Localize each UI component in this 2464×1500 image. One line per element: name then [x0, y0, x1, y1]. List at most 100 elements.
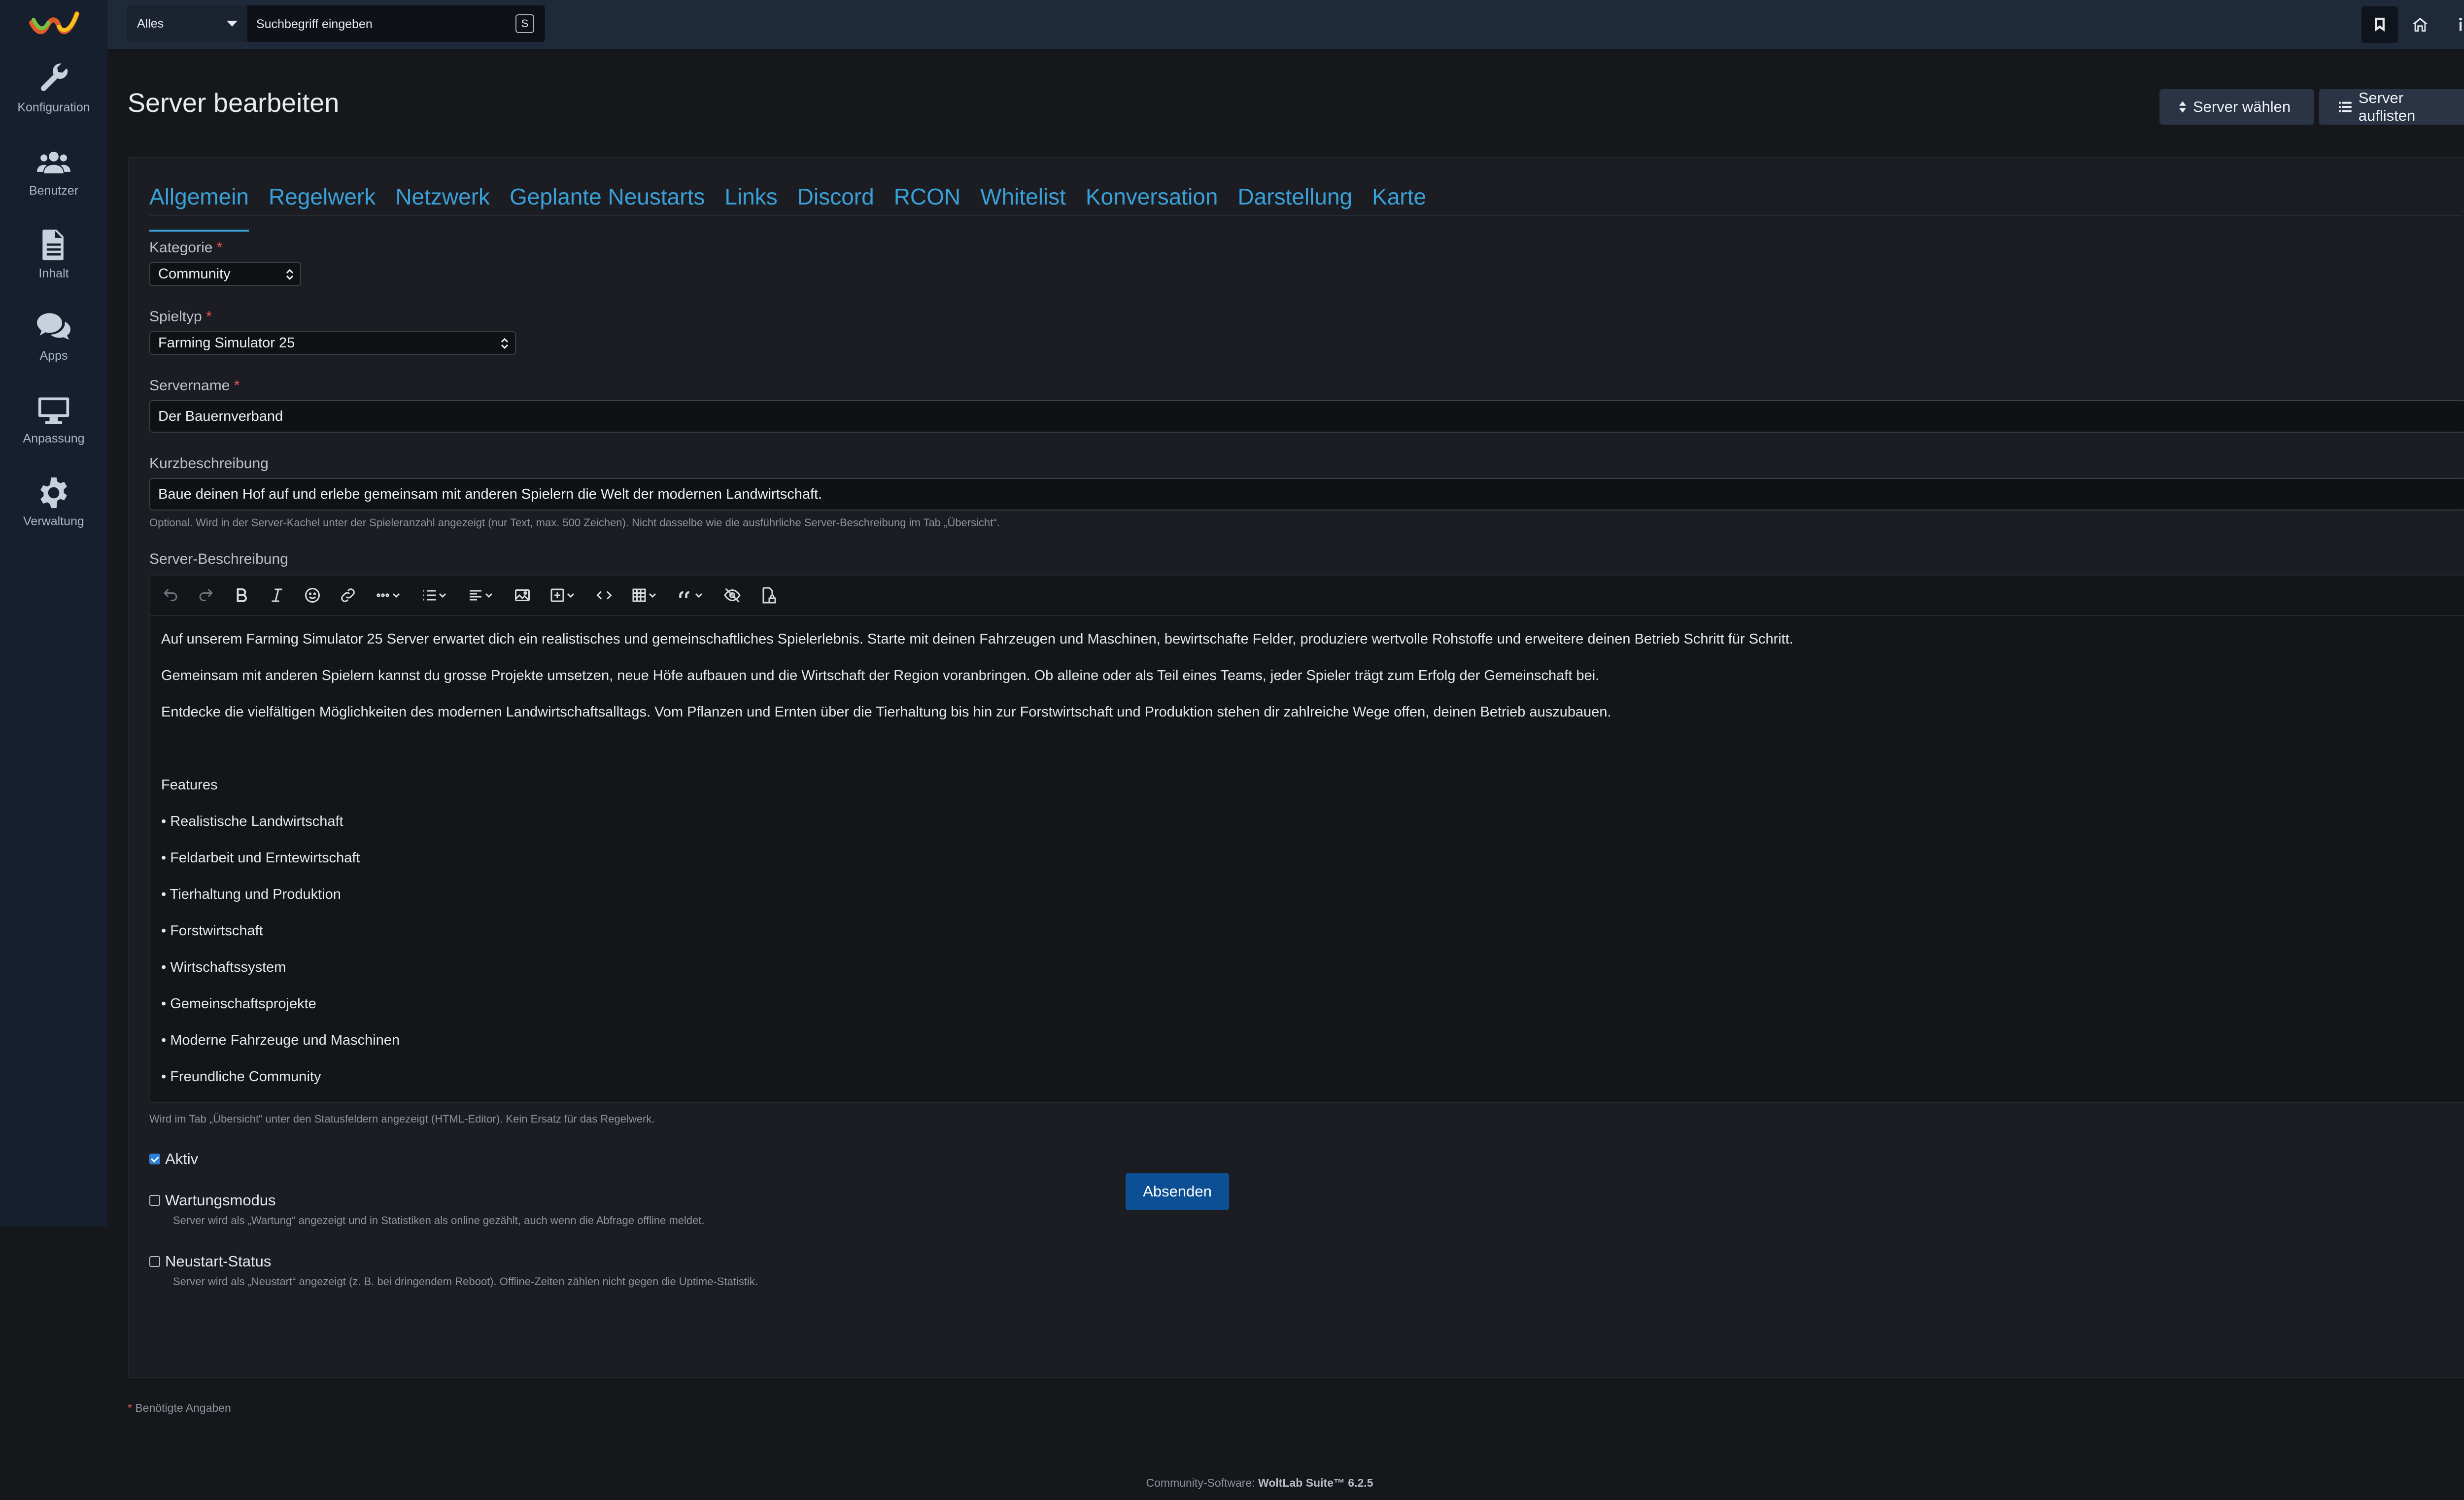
search-bar: Alles S [127, 5, 545, 42]
gametype-label: Spieltyp * [149, 308, 212, 325]
chevron-down-icon [227, 21, 238, 27]
maintenance-checkbox[interactable] [149, 1195, 160, 1206]
undo-button[interactable] [160, 585, 181, 606]
sidebar-item-label: Benutzer [29, 184, 79, 198]
tab-konversation[interactable]: Konversation [1086, 183, 1218, 228]
sidebar-item-benutzer[interactable]: Benutzer [0, 145, 107, 224]
list-icon [2339, 102, 2352, 112]
select-server-button[interactable]: Server wählen [2159, 89, 2314, 125]
short-desc-input[interactable]: Baue deinen Hof auf und erlebe gemeinsam… [149, 478, 2464, 511]
bold-button[interactable] [231, 585, 252, 606]
user-menu-button[interactable] [2361, 6, 2398, 43]
description-label: Server-Beschreibung [149, 551, 288, 567]
editor-paragraph [161, 730, 2454, 767]
tab-regelwerk[interactable]: Regelwerk [269, 183, 376, 228]
editor-toolbar [150, 576, 2464, 616]
table-button[interactable] [629, 585, 661, 606]
eye-slash-icon [724, 588, 741, 603]
monitor-icon [38, 397, 69, 424]
wrench-icon [40, 63, 68, 91]
editor-paragraph: Auf unserem Farming Simulator 25 Server … [161, 631, 1793, 647]
category-select[interactable]: Community [149, 262, 301, 286]
restart-label: Neustart-Status [165, 1253, 272, 1270]
search-shortcut-hint: S [515, 14, 534, 33]
bold-icon [237, 588, 247, 602]
more-formatting-button[interactable] [373, 585, 405, 606]
woltlab-logo[interactable] [29, 9, 80, 40]
italic-button[interactable] [267, 585, 287, 606]
editor-list-item: • Moderne Fahrzeuge und Maschinen [161, 1032, 400, 1048]
sidebar-item-konfiguration[interactable]: Konfiguration [0, 62, 107, 141]
servername-value: Der Bauernverband [158, 408, 283, 424]
info-button[interactable] [2442, 6, 2464, 43]
maintenance-label: Wartungsmodus [165, 1192, 276, 1209]
tab-bar: Allgemein Regelwerk Netzwerk Geplante Ne… [149, 183, 1426, 232]
home-button[interactable] [2402, 6, 2438, 43]
image-icon [515, 589, 530, 601]
quote-button[interactable] [676, 585, 707, 606]
tab-links[interactable]: Links [724, 183, 777, 228]
tab-discord[interactable]: Discord [797, 183, 874, 228]
media-button[interactable] [548, 585, 579, 606]
tab-rcon[interactable]: RCON [894, 183, 960, 228]
align-left-icon [470, 590, 493, 601]
list-servers-button[interactable]: Server auflisten [2319, 89, 2464, 125]
required-mark: * [216, 239, 223, 256]
file-lock-icon [762, 587, 776, 604]
maintenance-option[interactable]: Wartungsmodus [149, 1192, 276, 1209]
sidebar-item-inhalt[interactable]: Inhalt [0, 228, 107, 307]
editor-paragraph: Gemeinsam mit anderen Spielern kannst du… [161, 668, 1600, 683]
attachment-button[interactable] [757, 585, 778, 606]
editor-list-item: • Forstwirtschaft [161, 923, 263, 939]
align-button[interactable] [466, 585, 497, 606]
page-title: Server bearbeiten [128, 88, 340, 118]
select-arrows-icon [286, 269, 294, 280]
link-icon [341, 588, 355, 602]
sidebar-item-verwaltung[interactable]: Verwaltung [0, 476, 107, 555]
restart-option[interactable]: Neustart-Status [149, 1253, 271, 1270]
editor-content[interactable]: Auf unserem Farming Simulator 25 Server … [161, 621, 2454, 1095]
select-server-label: Server wählen [2193, 98, 2291, 115]
restart-help: Server wird als „Neustart“ angezeigt (z.… [173, 1275, 758, 1288]
sidebar-item-label: Anpassung [23, 432, 85, 445]
insert-image-button[interactable] [512, 585, 533, 606]
active-option[interactable]: Aktiv [149, 1150, 198, 1168]
redo-button[interactable] [196, 585, 216, 606]
document-icon [42, 229, 64, 261]
short-desc-label: Kurzbeschreibung [149, 455, 269, 472]
html-editor[interactable]: Auf unserem Farming Simulator 25 Server … [149, 575, 2464, 1103]
tab-darstellung[interactable]: Darstellung [1237, 183, 1352, 228]
active-checkbox[interactable] [149, 1154, 160, 1164]
footer-product-link[interactable]: WoltLab Suite™ 6.2.5 [1258, 1476, 1373, 1489]
top-bar: Alles S [107, 0, 2464, 49]
tab-karte[interactable]: Karte [1372, 183, 1426, 228]
form-panel: Allgemein Regelwerk Netzwerk Geplante Ne… [128, 157, 2464, 1378]
editor-list-item: • Wirtschaftssystem [161, 959, 286, 975]
list-button[interactable] [419, 585, 451, 606]
home-icon [2412, 17, 2428, 32]
submit-button[interactable]: Absenden [1126, 1173, 1229, 1210]
tab-allgemein[interactable]: Allgemein [149, 183, 249, 232]
restart-checkbox[interactable] [149, 1256, 160, 1267]
search-scope-value: Alles [137, 16, 164, 31]
spoiler-button[interactable] [722, 585, 743, 606]
sidebar-item-apps[interactable]: Apps [0, 310, 107, 389]
gametype-value: Farming Simulator 25 [158, 335, 295, 351]
sidebar-item-label: Inhalt [38, 267, 69, 280]
tab-whitelist[interactable]: Whitelist [980, 183, 1066, 228]
servername-input[interactable]: Der Bauernverband [149, 400, 2464, 433]
short-desc-value: Baue deinen Hof auf und erlebe gemeinsam… [158, 486, 822, 502]
emoji-button[interactable] [302, 585, 323, 606]
code-button[interactable] [594, 585, 615, 606]
sidebar-item-anpassung[interactable]: Anpassung [0, 393, 107, 472]
short-desc-help: Optional. Wird in der Server-Kachel unte… [149, 516, 1000, 529]
sidebar-item-label: Verwaltung [23, 514, 84, 528]
link-button[interactable] [338, 585, 358, 606]
gametype-select[interactable]: Farming Simulator 25 [149, 331, 516, 355]
tab-netzwerk[interactable]: Netzwerk [395, 183, 490, 228]
italic-icon [272, 588, 282, 602]
required-note-text: Benötigte Angaben [135, 1401, 231, 1414]
search-input[interactable] [255, 12, 504, 36]
tab-geplante-neustarts[interactable]: Geplante Neustarts [510, 183, 705, 228]
search-scope-select[interactable]: Alles [127, 5, 247, 42]
